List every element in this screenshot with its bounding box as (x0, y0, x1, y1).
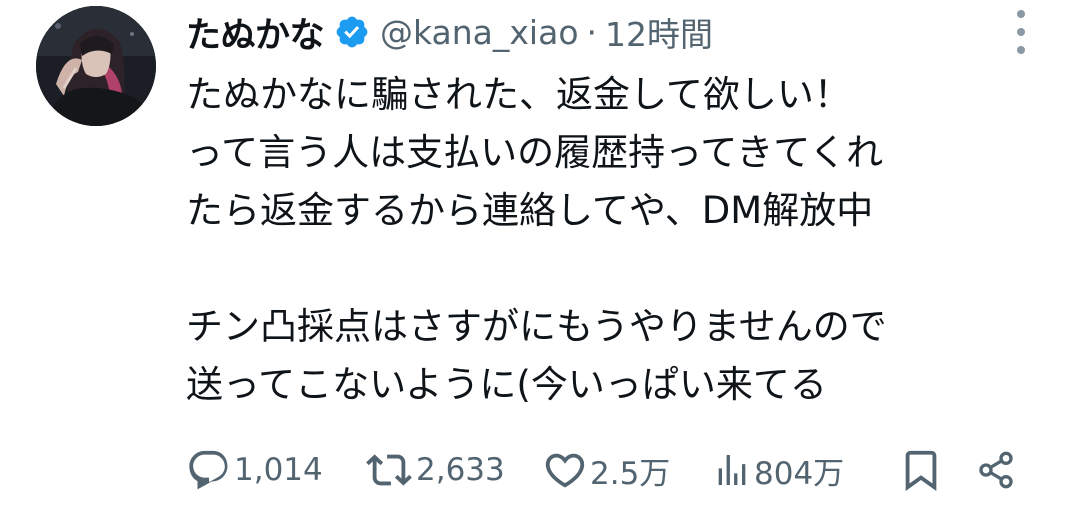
like-button[interactable]: 2.5万 (542, 444, 712, 496)
tweet[interactable]: たぬかな @kana_xiao · 12時間 たぬかなに騙された、返金して欲しい… (0, 0, 1080, 524)
tweet-text-line: チン凸採点はさすがにもうやりませんので (186, 305, 887, 348)
paragraph-break (186, 240, 1046, 298)
tweet-header: たぬかな @kana_xiao · 12時間 (186, 4, 713, 60)
bookmark-icon (905, 450, 937, 491)
reply-count: 1,014 (234, 452, 323, 488)
views-button[interactable]: 804万 (712, 444, 898, 496)
verified-badge-icon (334, 14, 370, 50)
retweet-button[interactable]: 2,633 (364, 444, 542, 496)
timestamp[interactable]: 12時間 (605, 8, 713, 56)
separator-dot: · (586, 12, 598, 52)
tweet-text-line: たら返金するから連絡してや、DM解放中 (186, 189, 874, 232)
views-icon (718, 455, 746, 485)
tweet-text: たぬかなに騙された、返金して欲しい！ って言う人は支払いの履歴持ってきてくれ た… (186, 66, 1046, 414)
action-bar: 1,014 2,633 2.5万 804万 (186, 444, 1026, 496)
heart-icon (545, 453, 585, 488)
retweet-icon (366, 454, 412, 486)
like-count: 2.5万 (590, 455, 671, 492)
tweet-text-line: 送ってこないように(今いっぱい来てる (186, 363, 827, 406)
reply-button[interactable]: 1,014 (186, 444, 364, 496)
user-handle[interactable]: @kana_xiao (380, 13, 579, 52)
more-vertical-icon[interactable] (1010, 10, 1032, 54)
share-icon (979, 451, 1013, 489)
avatar-image (36, 6, 156, 126)
share-button[interactable] (976, 444, 1016, 496)
tweet-text-line: たぬかなに騙された、返金して欲しい！ (186, 73, 851, 116)
avatar[interactable] (36, 6, 156, 126)
retweet-count: 2,633 (416, 452, 505, 488)
display-name[interactable]: たぬかな (186, 7, 325, 58)
view-count: 804万 (754, 455, 845, 492)
tweet-text-line: って言う人は支払いの履歴持ってきてくれ (186, 131, 884, 174)
bookmark-button[interactable] (898, 444, 976, 496)
reply-icon (189, 450, 228, 490)
